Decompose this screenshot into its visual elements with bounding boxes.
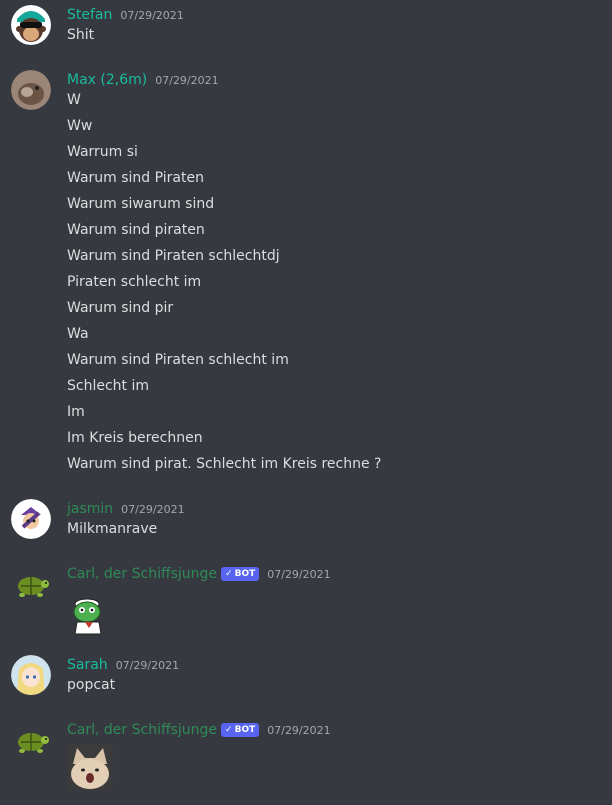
message-text: Warum sind Piraten bbox=[67, 170, 204, 186]
popcat-emote[interactable] bbox=[67, 744, 113, 794]
username[interactable]: Sarah bbox=[67, 657, 108, 673]
character-avatar-icon bbox=[11, 499, 51, 539]
frog-sailor-icon bbox=[73, 598, 102, 635]
checkmark-icon: ✓ bbox=[225, 725, 233, 735]
message-text: Warum sind Piraten schlechtdj bbox=[67, 248, 280, 264]
username[interactable]: Carl, der Schiffsjunge bbox=[67, 722, 217, 738]
bot-badge-label: BOT bbox=[234, 725, 256, 735]
timestamp: 07/29/2021 bbox=[115, 658, 180, 672]
anime-girl-avatar-icon bbox=[11, 655, 51, 695]
message-text: Warrum si bbox=[67, 144, 138, 160]
username[interactable]: Stefan bbox=[67, 7, 112, 23]
hamster-avatar-icon bbox=[11, 70, 51, 110]
checkmark-icon: ✓ bbox=[225, 569, 233, 579]
bot-badge-label: BOT bbox=[234, 569, 256, 579]
avatar[interactable] bbox=[11, 720, 51, 760]
bot-badge: ✓ BOT bbox=[221, 723, 260, 737]
message-text: Warum siwarum sind bbox=[67, 196, 215, 212]
avatar[interactable] bbox=[11, 70, 51, 110]
message-text: Warum sind pirat. Schlecht im Kreis rech… bbox=[67, 456, 382, 472]
message-text: Im bbox=[67, 404, 85, 420]
avatar[interactable] bbox=[11, 499, 51, 539]
avatar[interactable] bbox=[11, 564, 51, 604]
timestamp: 07/29/2021 bbox=[267, 567, 331, 581]
turtle-avatar-icon bbox=[18, 733, 49, 753]
timestamp: 07/29/2021 bbox=[120, 8, 184, 22]
message-text: Warum sind Piraten schlecht im bbox=[67, 352, 289, 368]
username[interactable]: Max (2,6m) bbox=[67, 72, 147, 88]
avatar[interactable] bbox=[11, 655, 51, 695]
message-text: Warum sind piraten bbox=[67, 222, 205, 238]
username[interactable]: jasmin bbox=[67, 501, 113, 517]
timestamp: 07/29/2021 bbox=[121, 502, 185, 516]
frog-sailor-emote[interactable] bbox=[67, 592, 109, 640]
timestamp: 07/29/2021 bbox=[267, 723, 331, 737]
message-text: Piraten schlecht im bbox=[67, 274, 202, 290]
message-text: Milkmanrave bbox=[67, 521, 158, 537]
bot-badge: ✓ BOT bbox=[221, 567, 260, 581]
message-text: popcat bbox=[67, 677, 116, 693]
message-text: Ww bbox=[67, 118, 93, 134]
message-text: Shit bbox=[67, 27, 95, 43]
popcat-icon bbox=[67, 744, 113, 790]
turtle-avatar-icon bbox=[18, 577, 49, 597]
message-text: Wa bbox=[67, 326, 89, 342]
message-text: Warum sind pir bbox=[67, 300, 174, 316]
timestamp: 07/29/2021 bbox=[155, 73, 219, 87]
avatar[interactable] bbox=[11, 5, 51, 45]
message-text: W bbox=[67, 92, 81, 108]
message-text: Schlecht im bbox=[67, 378, 149, 394]
message-text: Im Kreis berechnen bbox=[67, 430, 203, 446]
username[interactable]: Carl, der Schiffsjunge bbox=[67, 566, 217, 582]
monkey-avatar-icon bbox=[11, 5, 51, 45]
